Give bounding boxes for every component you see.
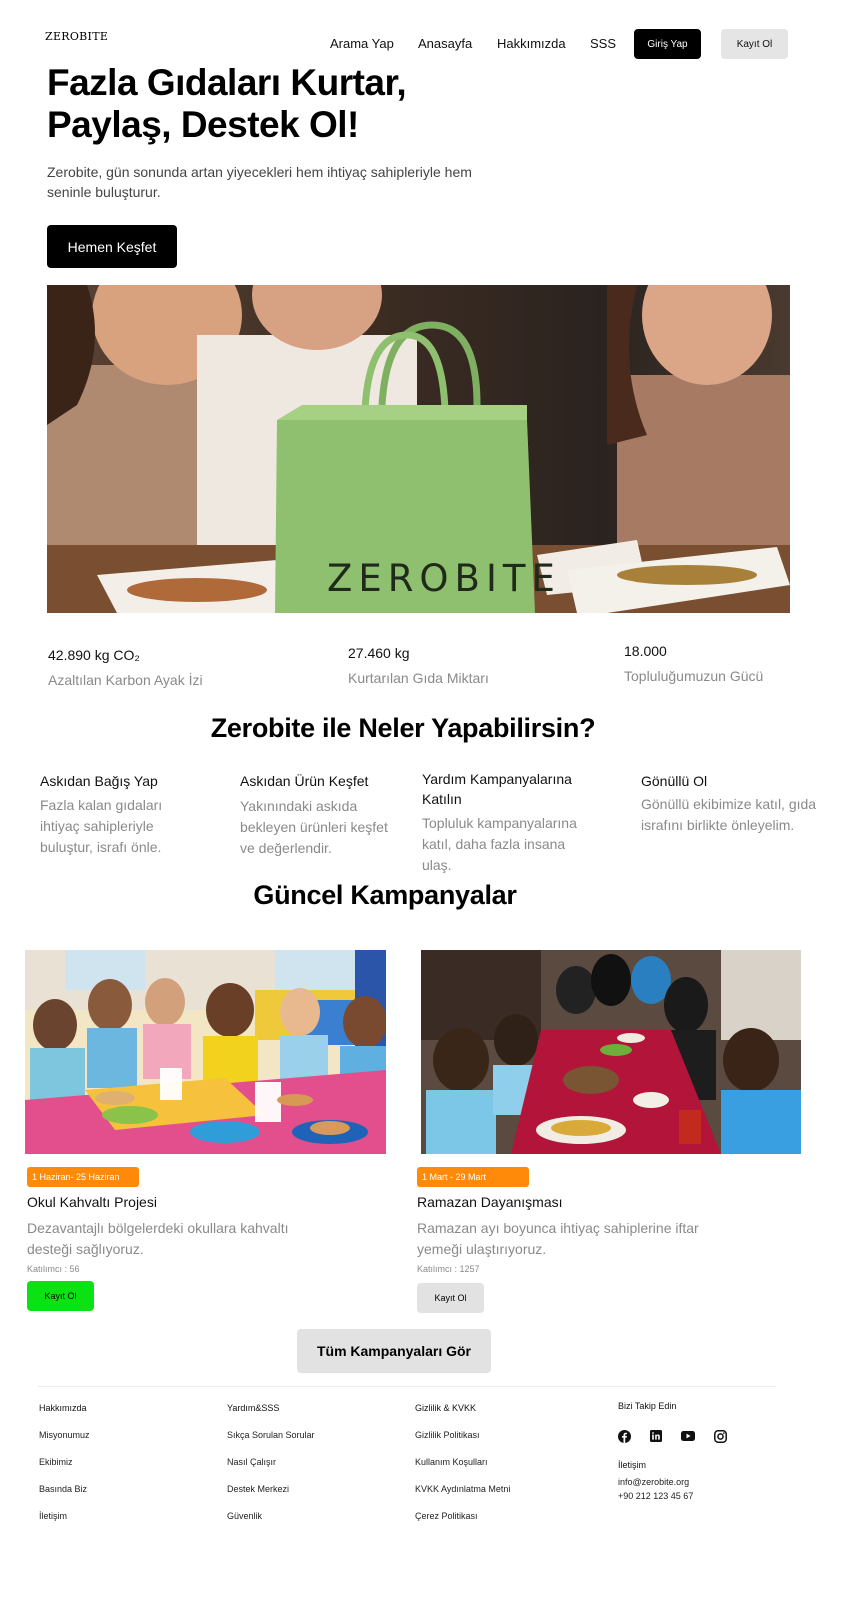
hero-image: ZEROBITE bbox=[47, 285, 790, 613]
social-links bbox=[617, 1429, 727, 1443]
footer-link[interactable]: Nasıl Çalışır bbox=[227, 1457, 315, 1467]
campaign-image-breakfast[interactable] bbox=[25, 950, 386, 1154]
campaign-register-button[interactable]: Kayıt Ol bbox=[417, 1283, 484, 1313]
register-button[interactable]: Kayıt Ol bbox=[721, 29, 788, 59]
feature-title: Askıdan Ürün Keşfet bbox=[240, 773, 369, 789]
footer-link[interactable]: İletişim bbox=[39, 1511, 90, 1521]
linkedin-icon[interactable] bbox=[649, 1429, 663, 1443]
campaign-title[interactable]: Ramazan Dayanışması bbox=[417, 1194, 563, 1210]
nav-home[interactable]: Anasayfa bbox=[418, 36, 472, 51]
feature-title: Askıdan Bağış Yap bbox=[40, 773, 158, 789]
campaign-participants: Katılımcı : 1257 bbox=[417, 1264, 480, 1274]
stat-community-value: 18.000 bbox=[624, 643, 667, 659]
footer-divider bbox=[38, 1386, 776, 1387]
hero-title-line1: Fazla Gıdaları Kurtar, bbox=[47, 62, 407, 103]
footer-heading: Yardım&SSS bbox=[227, 1403, 280, 1413]
footer-link[interactable]: Gizlilik Politikası bbox=[415, 1430, 510, 1440]
hero-subtitle: Zerobite, gün sonunda artan yiyecekleri … bbox=[47, 164, 472, 200]
feature-donate[interactable]: Askıdan Bağış Yap Fazla kalan gıdaları i… bbox=[40, 771, 190, 858]
all-campaigns-button[interactable]: Tüm Kampanyaları Gör bbox=[297, 1329, 491, 1373]
hero-title-line2: Paylaş, Destek Ol! bbox=[47, 104, 359, 145]
feature-volunteer[interactable]: Gönüllü Ol Gönüllü ekibimize katıl, gıda… bbox=[641, 771, 831, 836]
campaign-date-badge: 1 Mart - 29 Mart bbox=[417, 1167, 529, 1187]
footer-link[interactable]: Çerez Politikası bbox=[415, 1511, 510, 1521]
youtube-icon[interactable] bbox=[681, 1429, 695, 1443]
footer-col-about: Hakkımızda Misyonumuz Ekibimiz Basında B… bbox=[39, 1403, 90, 1521]
stat-co2-value: 42.890 kg CO₂ bbox=[48, 647, 140, 663]
feature-desc: Yakınındaki askıda bekleyen ürünleri keş… bbox=[240, 798, 388, 856]
facebook-icon[interactable] bbox=[617, 1429, 631, 1443]
follow-heading: Bizi Takip Edin bbox=[618, 1401, 677, 1411]
feature-desc: Topluluk kampanyalarına katıl, daha fazl… bbox=[422, 815, 577, 873]
campaign-image-ramadan[interactable] bbox=[421, 950, 801, 1154]
feature-desc: Fazla kalan gıdaları ihtiyaç sahipleriyl… bbox=[40, 797, 163, 855]
explore-button[interactable]: Hemen Keşfet bbox=[47, 225, 177, 268]
footer-link[interactable]: Basında Biz bbox=[39, 1484, 90, 1494]
hero-title: Fazla Gıdaları Kurtar, Paylaş, Destek Ol… bbox=[47, 62, 487, 146]
footer-heading: Hakkımızda bbox=[39, 1403, 87, 1413]
footer-heading: Gizlilik & KVKK bbox=[415, 1403, 477, 1413]
campaign-title[interactable]: Okul Kahvaltı Projesi bbox=[27, 1194, 157, 1210]
nav-about[interactable]: Hakkımızda bbox=[497, 36, 566, 51]
bag-brand-text: ZEROBITE bbox=[327, 557, 561, 600]
nav-search[interactable]: Arama Yap bbox=[330, 36, 394, 51]
stat-food-value: 27.460 kg bbox=[348, 645, 410, 661]
campaign-desc: Dezavantajlı bölgelerdeki okullara kahva… bbox=[27, 1220, 289, 1257]
campaign-date-badge: 1 Haziran- 25 Haziran bbox=[27, 1167, 139, 1187]
footer-link[interactable]: KVKK Aydınlatma Metni bbox=[415, 1484, 510, 1494]
campaigns-title: Güncel Kampanyalar bbox=[253, 880, 517, 910]
campaign-participants: Katılımcı : 56 bbox=[27, 1264, 80, 1274]
campaign-register-button[interactable]: Kayıt Ol bbox=[27, 1281, 94, 1311]
stat-community-label: Topluluğumuzun Gücü bbox=[624, 668, 764, 684]
footer-link[interactable]: Sıkça Sorulan Sorular bbox=[227, 1430, 315, 1440]
footer-link[interactable]: Güvenlik bbox=[227, 1511, 315, 1521]
instagram-icon[interactable] bbox=[713, 1429, 727, 1443]
contact-email[interactable]: info@zerobite.org bbox=[618, 1477, 689, 1487]
footer-link[interactable]: Destek Merkezi bbox=[227, 1484, 315, 1494]
footer-link[interactable]: Ekibimiz bbox=[39, 1457, 90, 1467]
footer-col-privacy: Gizlilik & KVKK Gizlilik Politikası Kull… bbox=[415, 1403, 510, 1521]
stat-co2-label: Azaltılan Karbon Ayak İzi bbox=[48, 672, 203, 688]
login-button[interactable]: Giriş Yap bbox=[634, 29, 701, 59]
logo[interactable]: ZEROBITE bbox=[45, 30, 108, 43]
stat-food-label: Kurtarılan Gıda Miktarı bbox=[348, 670, 489, 686]
feature-title: Yardım Kampanyalarına Katılın bbox=[422, 771, 572, 807]
feature-title: Gönüllü Ol bbox=[641, 773, 708, 789]
campaign-desc: Ramazan ayı boyunca ihtiyaç sahiplerine … bbox=[417, 1220, 699, 1257]
feature-desc: Gönüllü ekibimize katıl, gıda israfını b… bbox=[641, 796, 817, 833]
contact-phone[interactable]: +90 212 123 45 67 bbox=[618, 1491, 693, 1501]
feature-campaigns[interactable]: Yardım Kampanyalarına Katılın Topluluk k… bbox=[422, 769, 597, 876]
contact-heading: İletişim bbox=[618, 1460, 647, 1470]
feature-discover[interactable]: Askıdan Ürün Keşfet Yakınındaki askıda b… bbox=[240, 771, 400, 859]
footer-link[interactable]: Misyonumuz bbox=[39, 1430, 90, 1440]
footer-link[interactable]: Kullanım Koşulları bbox=[415, 1457, 510, 1467]
footer-col-help: Yardım&SSS Sıkça Sorulan Sorular Nasıl Ç… bbox=[227, 1403, 315, 1521]
features-title: Zerobite ile Neler Yapabilirsin? bbox=[210, 713, 596, 743]
nav-faq[interactable]: SSS bbox=[590, 36, 616, 51]
